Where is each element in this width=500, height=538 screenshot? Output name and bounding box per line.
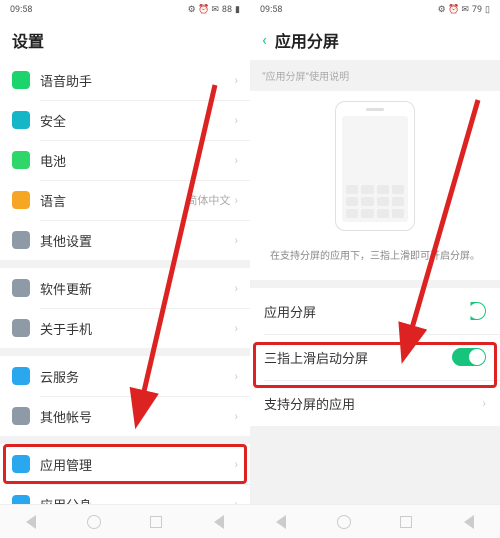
cloud-icon [12,367,30,385]
user-icon [12,407,30,425]
illustration: 在支持分屏的应用下，三指上滑即可开启分屏。 [250,91,500,280]
language-icon [12,191,30,209]
mic-icon [12,71,30,89]
item-about-phone[interactable]: 关于手机› [0,308,250,348]
status-right: ⚙ ⏰ ✉ 88▮ [188,5,240,15]
chevron-right-icon: › [234,369,238,383]
shield-icon [12,111,30,129]
item-other-accounts[interactable]: 其他帐号› [0,396,250,436]
chevron-right-icon: › [234,497,238,504]
page-title: 应用分屏 [275,28,339,52]
nav-back[interactable] [271,512,291,532]
gear-icon [12,231,30,249]
section-gap [250,280,500,288]
item-cloud-service[interactable]: 云服务› [0,356,250,396]
back-button[interactable]: ‹ [262,32,267,48]
chevron-right-icon: › [234,73,238,87]
status-bar: 09:58 ⚙ ⏰ ✉ 79▯ [250,0,500,20]
nav-home[interactable] [84,512,104,532]
nav-recent[interactable] [396,512,416,532]
settings-list: 语音助手› 安全› 电池› 语言简体中文› 其他设置› 软件更新› 关于手机› … [0,60,250,504]
update-icon [12,279,30,297]
header: 设置 [0,20,250,60]
item-other-settings[interactable]: 其他设置› [0,220,250,260]
header: ‹ 应用分屏 [250,20,500,60]
tip-text: 在支持分屏的应用下，三指上滑即可开启分屏。 [270,247,480,262]
item-language[interactable]: 语言简体中文› [0,180,250,220]
chevron-right-icon: › [234,321,238,335]
status-time: 09:58 [10,5,32,15]
nav-back-alt[interactable] [459,512,479,532]
section-gap [0,436,250,444]
empty-fill [250,426,500,504]
battery-icon [12,151,30,169]
nav-recent[interactable] [146,512,166,532]
highlight-box-right [253,342,497,388]
usage-note: “应用分屏”使用说明 [250,60,500,91]
chevron-right-icon: › [234,281,238,295]
nav-back-alt[interactable] [209,512,229,532]
right-screen: 09:58 ⚙ ⏰ ✉ 79▯ ‹ 应用分屏 “应用分屏”使用说明 在支持分屏的… [250,0,500,538]
item-battery[interactable]: 电池› [0,140,250,180]
nav-bar [0,504,250,538]
status-bar: 09:58 ⚙ ⏰ ✉ 88▮ [0,0,250,20]
item-security[interactable]: 安全› [0,100,250,140]
phone-mockup [335,101,415,231]
page-title: 设置 [12,28,44,52]
setting-split-screen[interactable]: 应用分屏 [250,288,500,334]
status-right: ⚙ ⏰ ✉ 79▯ [438,5,490,15]
status-time: 09:58 [260,5,282,15]
nav-bar [250,504,500,538]
section-gap [0,260,250,268]
clone-icon [12,495,30,504]
highlight-box-left [3,444,247,484]
info-icon [12,319,30,337]
chevron-right-icon: › [234,153,238,167]
chevron-right-icon: › [234,193,238,207]
chevron-right-icon: › [234,409,238,423]
item-voice-assistant[interactable]: 语音助手› [0,60,250,100]
toggle-split-screen[interactable] [452,302,486,320]
nav-back[interactable] [21,512,41,532]
chevron-right-icon: › [234,113,238,127]
item-software-update[interactable]: 软件更新› [0,268,250,308]
chevron-right-icon: › [482,396,486,410]
nav-home[interactable] [334,512,354,532]
chevron-right-icon: › [234,233,238,247]
section-gap [0,348,250,356]
item-app-clone[interactable]: 应用分身› [0,484,250,504]
